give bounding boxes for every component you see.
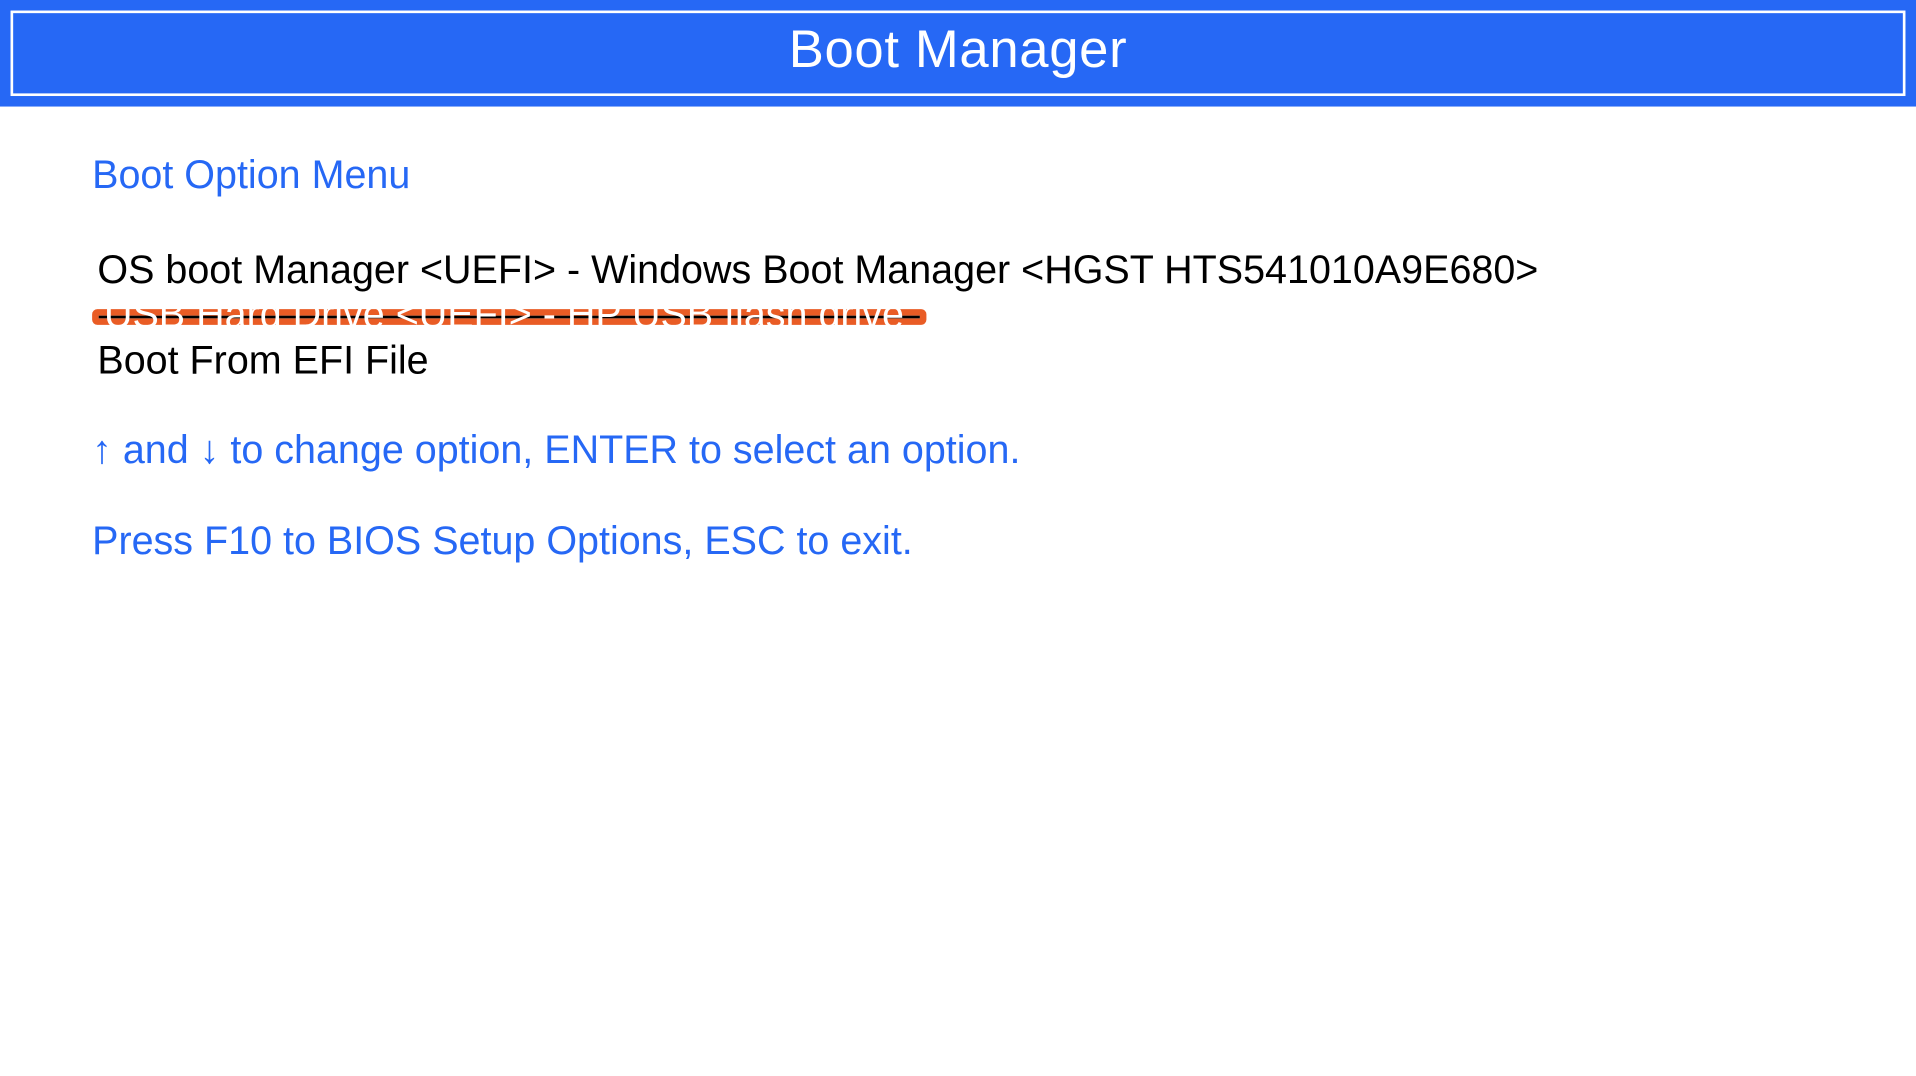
- boot-option-os-manager[interactable]: OS boot Manager <UEFI> - Windows Boot Ma…: [92, 247, 1544, 294]
- page-title: Boot Manager: [13, 21, 1903, 80]
- header-inner: Boot Manager: [11, 11, 1906, 97]
- section-title: Boot Option Menu: [92, 154, 1916, 199]
- boot-option-usb-drive[interactable]: USB Hard Drive <UEFI> - HP USB flash dri…: [99, 316, 920, 319]
- header-bar: Boot Manager: [0, 0, 1916, 107]
- boot-option-row: OS boot Manager <UEFI> - Windows Boot Ma…: [92, 247, 1916, 294]
- annotation-highlight-box: USB Hard Drive <UEFI> - HP USB flash dri…: [92, 309, 926, 325]
- help-extra-text: Press F10 to BIOS Setup Options, ESC to …: [92, 519, 1916, 564]
- boot-option-row: USB Hard Drive <UEFI> - HP USB flash dri…: [92, 293, 1916, 337]
- boot-option-row: Boot From EFI File: [92, 338, 1916, 385]
- boot-manager-screen: Boot Manager Boot Option Menu OS boot Ma…: [0, 0, 1916, 1076]
- help-navigation-text: ↑ and ↓ to change option, ENTER to selec…: [92, 429, 1916, 474]
- content-area: Boot Option Menu OS boot Manager <UEFI> …: [0, 107, 1916, 565]
- boot-option-efi-file[interactable]: Boot From EFI File: [92, 338, 434, 385]
